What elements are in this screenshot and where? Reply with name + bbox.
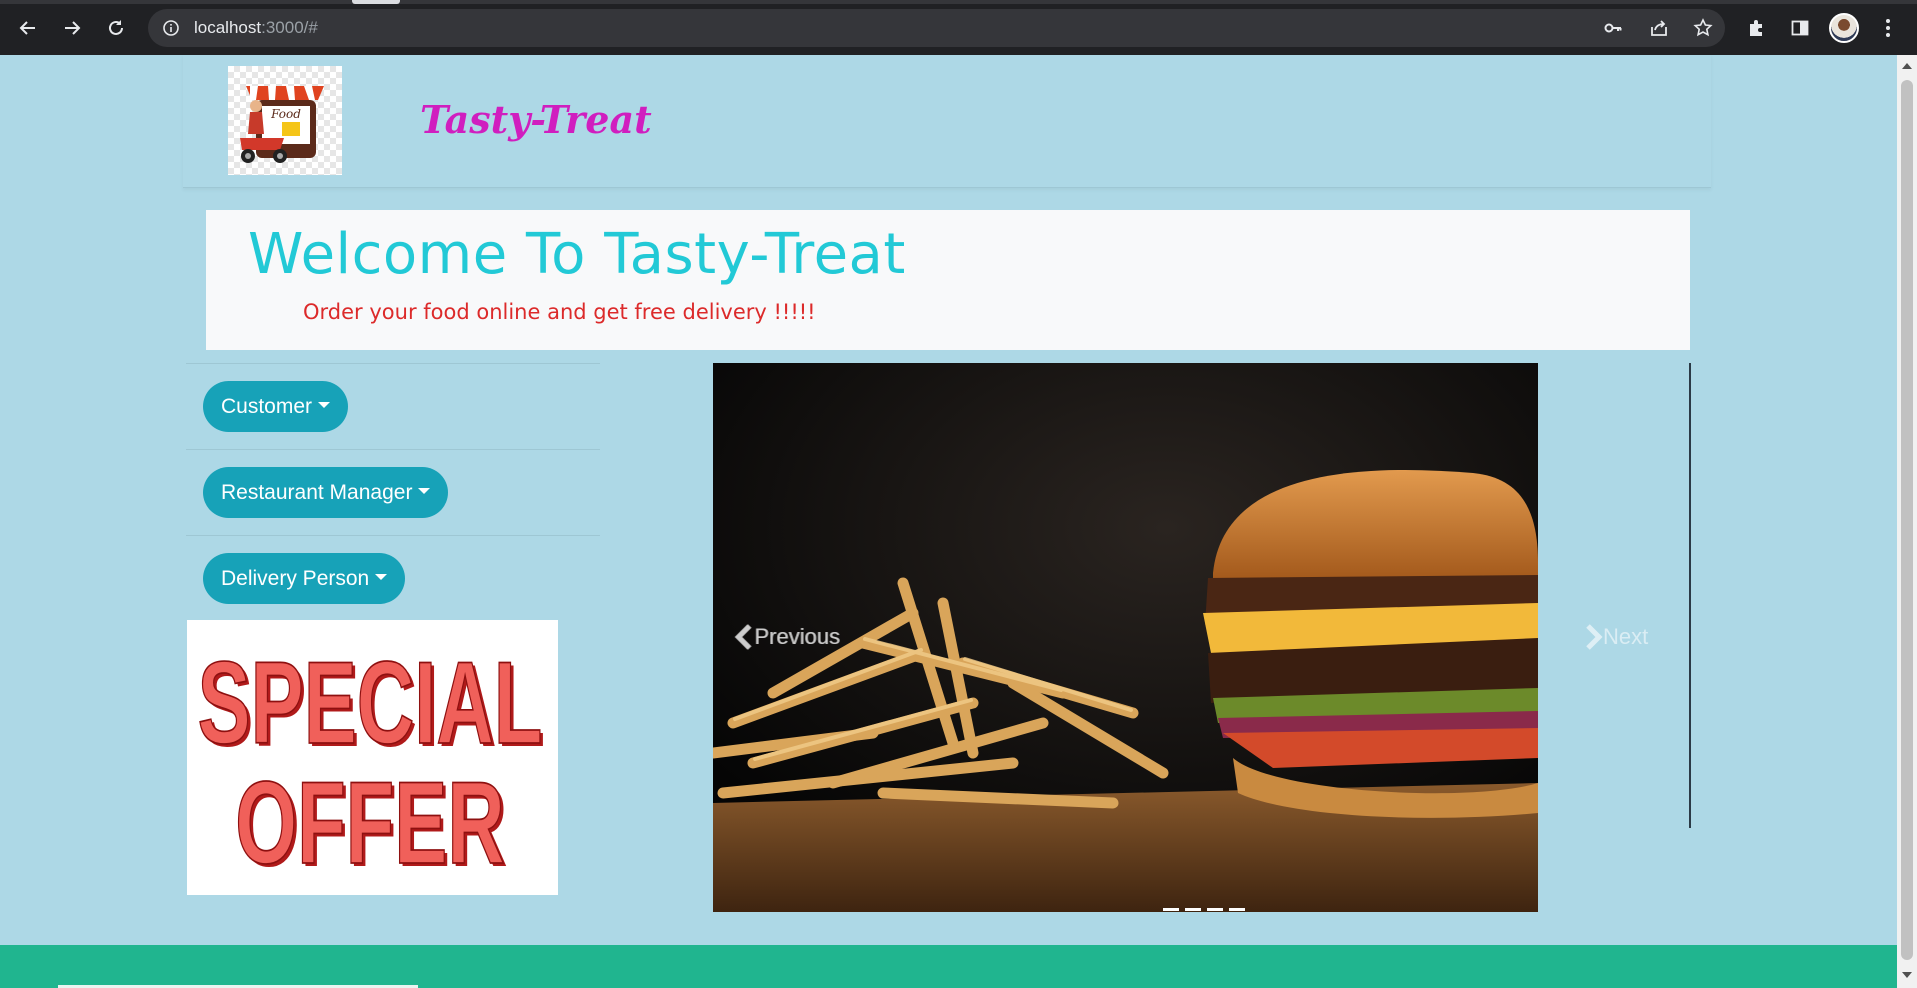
brand-title[interactable]: Tasty-Treat <box>420 97 652 142</box>
carousel-indicator-4[interactable] <box>1229 908 1245 911</box>
caret-down-icon <box>375 573 388 580</box>
role-menu-item-restaurant-manager: Restaurant Manager <box>186 449 600 535</box>
carousel-prev-label: Previous <box>754 624 840 649</box>
chevron-left-icon <box>734 624 751 650</box>
kebab-menu-icon[interactable] <box>1872 12 1904 44</box>
caret-down-icon <box>418 487 431 494</box>
welcome-banner: Welcome To Tasty-Treat Order your food o… <box>206 210 1690 350</box>
sidepanel-icon[interactable] <box>1784 12 1816 44</box>
forward-arrow-icon[interactable] <box>56 12 88 44</box>
content-divider <box>1689 363 1691 828</box>
special-text: SPECIAL <box>198 638 543 769</box>
delivery-person-dropdown-button[interactable]: Delivery Person <box>203 553 406 604</box>
food-delivery-logo[interactable]: Food <box>228 66 342 175</box>
restaurant-manager-dropdown-button[interactable]: Restaurant Manager <box>203 467 449 518</box>
footer <box>0 945 1897 988</box>
scroll-down-arrow-icon[interactable] <box>1902 972 1912 978</box>
restaurant-manager-button-label: Restaurant Manager <box>221 480 413 504</box>
customer-button-label: Customer <box>221 394 313 418</box>
reload-icon[interactable] <box>100 12 132 44</box>
tab-strip <box>0 0 1917 4</box>
url-path: :3000/# <box>261 18 318 37</box>
puzzle-icon[interactable] <box>1740 12 1772 44</box>
role-menu: Customer Restaurant Manager Delivery Per… <box>186 363 600 621</box>
carousel-indicator-1[interactable] <box>1163 908 1179 911</box>
customer-dropdown-button[interactable]: Customer <box>203 381 349 432</box>
avatar[interactable] <box>1829 13 1859 43</box>
url-host: localhost <box>194 18 262 37</box>
delivery-person-button-label: Delivery Person <box>221 566 370 590</box>
key-icon[interactable] <box>1603 18 1623 38</box>
offer-text: OFFER <box>235 758 505 889</box>
carousel-indicator-3[interactable] <box>1207 908 1223 911</box>
role-menu-item-delivery-person: Delivery Person <box>186 535 600 621</box>
scroll-up-arrow-icon[interactable] <box>1902 63 1912 69</box>
welcome-title: Welcome To Tasty-Treat <box>248 222 906 287</box>
page-scrollbar[interactable] <box>1897 55 1917 988</box>
carousel-next-control-outer[interactable]: Next <box>1583 624 1648 650</box>
star-icon[interactable] <box>1693 18 1713 38</box>
role-menu-item-customer: Customer <box>186 363 600 449</box>
caret-down-icon <box>318 401 331 408</box>
special-offer-image: SPECIAL SPECIAL OFFER OFFER <box>187 620 558 895</box>
chevron-right-icon <box>1586 624 1603 650</box>
navbar: Food Tasty-Treat <box>183 55 1711 188</box>
welcome-subtitle: Order your food online and get free deli… <box>303 300 816 324</box>
url-text[interactable]: localhost:3000/# <box>194 18 318 38</box>
share-icon[interactable] <box>1649 18 1669 38</box>
carousel-next-label: Next <box>1603 624 1649 649</box>
info-icon[interactable] <box>162 19 180 41</box>
logo-text: Food <box>270 107 301 121</box>
browser-toolbar: localhost:3000/# <box>0 0 1917 55</box>
scrollbar-thumb[interactable] <box>1901 80 1913 960</box>
carousel-indicator-2[interactable] <box>1185 908 1201 911</box>
active-tab-indicator[interactable] <box>352 0 400 4</box>
page-viewport: Food Tasty-Treat Welcome To Tasty-Treat … <box>0 55 1897 988</box>
back-arrow-icon[interactable] <box>12 12 44 44</box>
carousel-indicators <box>1163 908 1245 911</box>
carousel-prev-control-outer[interactable]: Previous <box>734 624 840 650</box>
address-bar[interactable]: localhost:3000/# <box>148 9 1725 47</box>
